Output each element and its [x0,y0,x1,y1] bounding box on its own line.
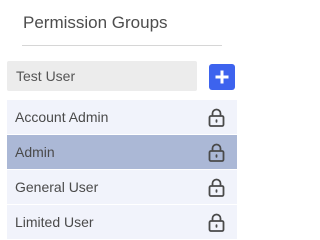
title-divider [22,45,222,46]
group-item-limited-user[interactable]: Limited User [7,205,237,239]
plus-icon [215,70,229,84]
lock-icon [208,213,225,232]
group-item-label: General User [15,179,99,195]
add-group-button[interactable] [209,64,235,90]
group-item-admin[interactable]: Admin [7,135,237,169]
group-item-general-user[interactable]: General User [7,170,237,204]
group-item-label: Limited User [15,214,94,230]
permission-groups-panel: Permission Groups Account Admin Admin [0,0,241,240]
group-item-label: Account Admin [15,109,109,125]
group-item-label: Admin [15,144,55,160]
lock-icon [208,108,225,127]
panel-title: Permission Groups [23,13,168,32]
group-name-input[interactable] [7,61,197,91]
group-item-account-admin[interactable]: Account Admin [7,100,237,134]
group-list: Account Admin Admin General User Limited… [7,100,237,240]
lock-icon [208,143,225,162]
lock-icon [208,178,225,197]
